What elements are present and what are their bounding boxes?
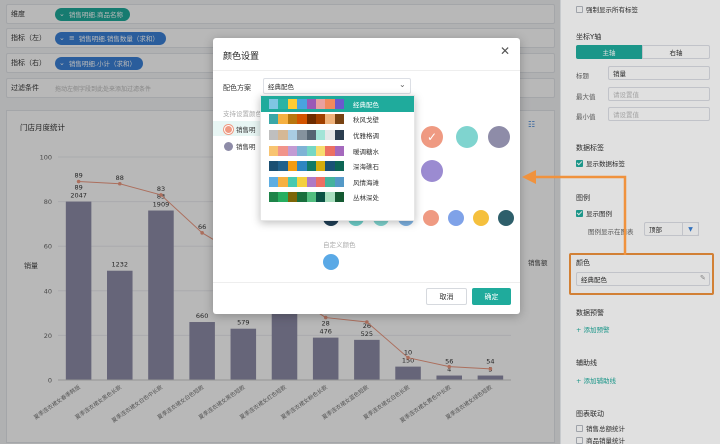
series-item-text: 销售明: [236, 126, 256, 134]
palette-option-label: 深海礁石: [353, 163, 379, 172]
palette-swatch: [269, 161, 344, 172]
scheme-select[interactable]: 经典配色: [263, 78, 411, 94]
palette-option-label: 丛林深处: [353, 194, 379, 203]
palette-swatch: [269, 129, 344, 140]
cancel-button[interactable]: 取消: [426, 288, 467, 305]
palette-option-label: 经典配色: [353, 100, 379, 109]
swatch-color[interactable]: [488, 126, 510, 148]
palette-option[interactable]: 优雅格调: [261, 127, 414, 143]
palette-option[interactable]: 风情海滩: [261, 174, 414, 190]
chevron-down-icon[interactable]: ⌄: [399, 80, 406, 89]
palette-option-label: 风情海滩: [353, 178, 379, 187]
palette-option-label: 秋风戈壁: [353, 116, 379, 125]
palette-swatch: [269, 192, 344, 203]
series-item-1[interactable]: 销售明: [224, 141, 256, 151]
palette-option[interactable]: 丛林深处: [261, 190, 414, 206]
palette-swatch: [269, 98, 344, 109]
swatch-color[interactable]: [448, 210, 464, 226]
series-color-dot: [224, 124, 233, 134]
custom-color-label: 自定义颜色: [323, 241, 356, 249]
close-icon[interactable]: ✕: [500, 44, 510, 58]
scheme-label: 配色方案: [223, 84, 251, 92]
swatch-color[interactable]: [456, 126, 478, 148]
swatch-color[interactable]: [423, 210, 439, 226]
custom-color-swatch[interactable]: [323, 254, 339, 270]
palette-option[interactable]: 秋风戈壁: [261, 112, 414, 128]
palette-option[interactable]: 经典配色: [261, 96, 414, 112]
series-item-text: 销售明: [236, 143, 256, 151]
palette-option-label: 暖调糖水: [353, 147, 379, 156]
series-color-dot: [224, 141, 233, 151]
swatch-selected[interactable]: ✓: [421, 126, 443, 148]
annotation-arrow: [522, 170, 627, 255]
series-item-0[interactable]: 销售明: [224, 124, 256, 134]
swatch-color[interactable]: [421, 160, 443, 182]
series-hint: 支持设置颜色: [223, 110, 262, 118]
dialog-divider: [213, 70, 520, 71]
dialog-footer-divider: [213, 282, 520, 283]
dialog-title: 颜色设置: [223, 52, 260, 62]
ok-button[interactable]: 确定: [472, 288, 511, 305]
swatch-color[interactable]: [473, 210, 489, 226]
palette-swatch: [269, 114, 344, 125]
palette-option-label: 优雅格调: [353, 131, 379, 140]
palette-option[interactable]: 暖调糖水: [261, 143, 414, 159]
palette-swatch: [269, 145, 344, 156]
swatch-color[interactable]: [498, 210, 514, 226]
palette-dropdown: 经典配色秋风戈壁优雅格调暖调糖水深海礁石风情海滩丛林深处: [260, 95, 415, 221]
palette-option[interactable]: 深海礁石: [261, 158, 414, 174]
palette-swatch: [269, 176, 344, 187]
